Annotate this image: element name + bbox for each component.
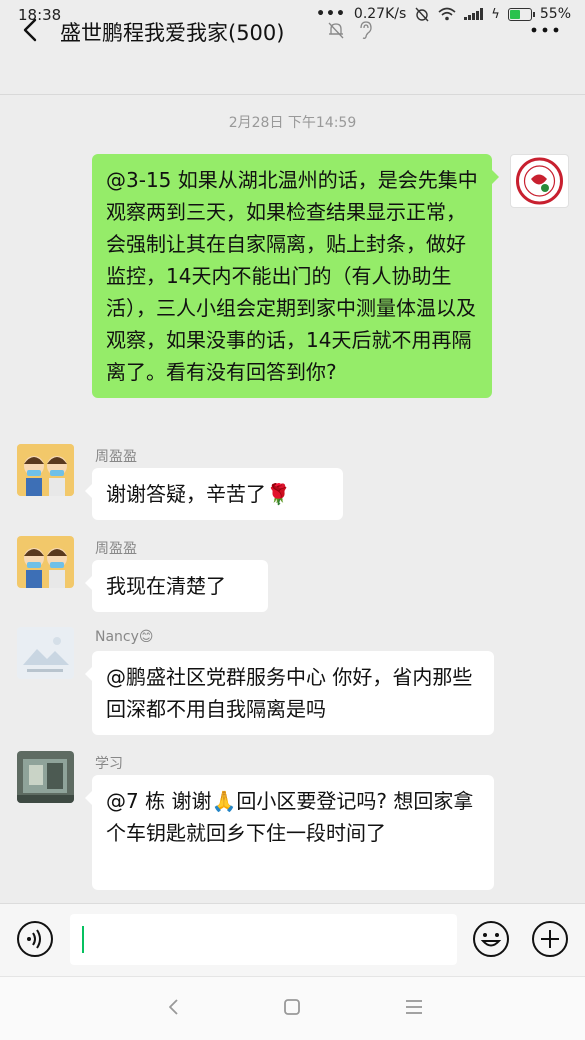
- message-text: 谢谢答疑，辛苦了🌹: [106, 482, 291, 506]
- sender-name: Nancy😊: [95, 629, 154, 645]
- message-bubble[interactable]: 谢谢答疑，辛苦了🌹: [85, 468, 343, 520]
- ear-icon: [360, 21, 372, 39]
- message-text: @7 栋 谢谢🙏回小区要登记吗? 想回家拿个车钥匙就回乡下住一段时间了: [106, 789, 474, 845]
- signal-icon: [464, 8, 484, 20]
- photo-avatar-icon: [17, 751, 74, 803]
- message-text: 我现在清楚了: [106, 574, 226, 598]
- more-dots-icon[interactable]: [525, 15, 565, 45]
- message-text: @3-15 如果从湖北温州的话，是会先集中观察两到三天，如果检查结果显示正常，会…: [106, 168, 478, 384]
- voice-icon[interactable]: [16, 920, 54, 958]
- message-text: @鹏盛社区党群服务中心 你好，省内那些回深都不用自我隔离是吗: [106, 665, 473, 721]
- avatar-nancy[interactable]: [17, 627, 74, 679]
- alarm-off-icon: [415, 7, 429, 22]
- sender-name: 学习: [95, 756, 123, 772]
- chat-title: 盛世鹏程我爱我家(500): [60, 21, 285, 45]
- cartoon-girls-avatar-icon: [17, 536, 74, 588]
- avatar-self[interactable]: [510, 154, 569, 208]
- emoji-icon[interactable]: [472, 920, 510, 958]
- wifi-icon: [438, 7, 456, 21]
- message-bubble[interactable]: 我现在清楚了: [85, 560, 268, 612]
- charging-icon: ϟ: [491, 6, 500, 22]
- message-bubble-self[interactable]: @3-15 如果从湖北温州的话，是会先集中观察两到三天，如果检查结果显示正常，会…: [92, 154, 499, 398]
- community-logo-icon: [516, 157, 563, 205]
- message-input[interactable]: [70, 914, 457, 965]
- message-timestamp: 2月28日 下午14:59: [228, 115, 357, 131]
- cartoon-girls-avatar-icon: [17, 444, 74, 496]
- plus-icon[interactable]: [531, 920, 569, 958]
- sender-name: 周盈盈: [95, 449, 137, 465]
- avatar-xuexi[interactable]: [17, 751, 74, 803]
- landscape-image-avatar-icon: [17, 627, 74, 679]
- nav-back-icon[interactable]: [160, 993, 188, 1021]
- sender-name: 周盈盈: [95, 541, 137, 557]
- text-cursor: [82, 926, 84, 953]
- message-bubble[interactable]: @鹏盛社区党群服务中心 你好，省内那些回深都不用自我隔离是吗: [85, 651, 494, 735]
- nav-menu-icon[interactable]: [400, 993, 428, 1021]
- nav-home-icon[interactable]: [278, 993, 306, 1021]
- bell-off-icon: [328, 22, 344, 39]
- message-bubble[interactable]: @7 栋 谢谢🙏回小区要登记吗? 想回家拿个车钥匙就回乡下住一段时间了: [85, 775, 494, 890]
- chevron-left-icon[interactable]: [16, 15, 46, 45]
- avatar-zhouyingying[interactable]: [17, 444, 74, 496]
- avatar-zhouyingying[interactable]: [17, 536, 74, 588]
